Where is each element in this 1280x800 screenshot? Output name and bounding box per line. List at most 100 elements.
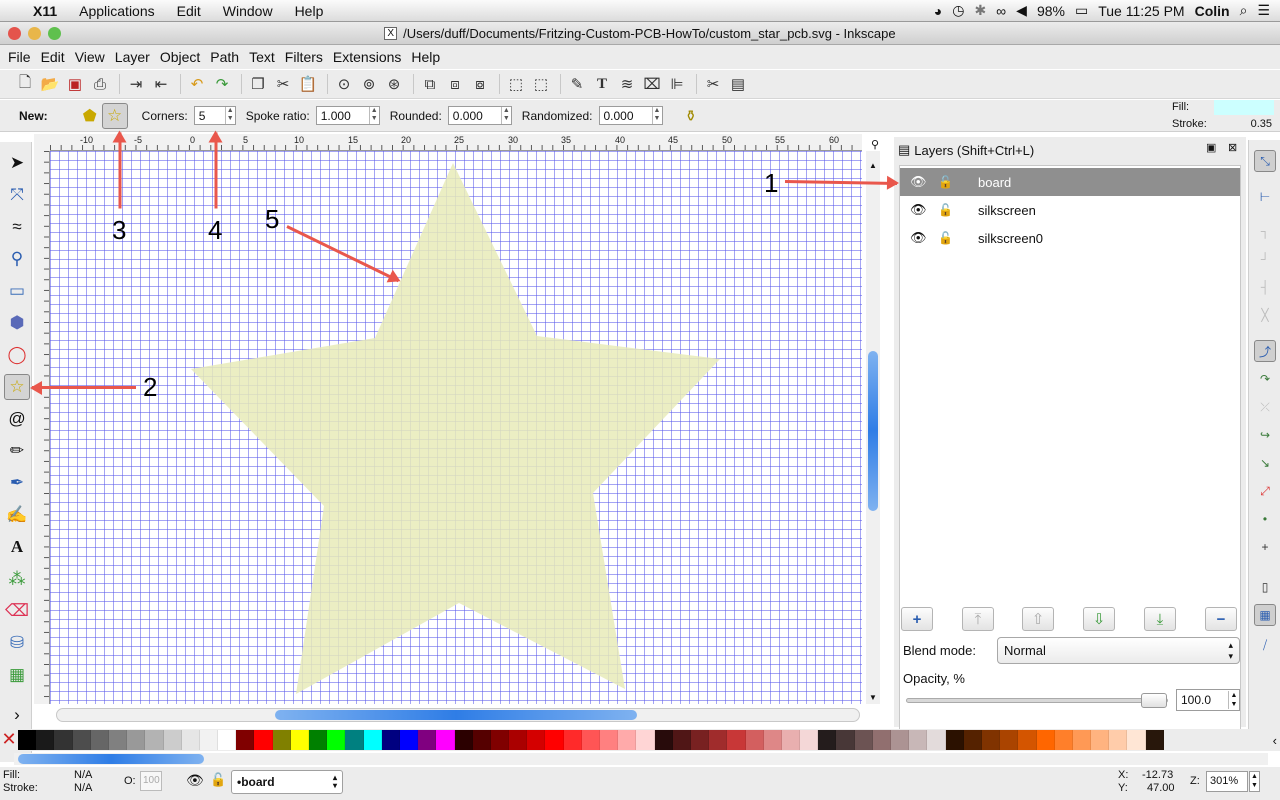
palette-swatch[interactable] <box>636 730 655 750</box>
spin-arrows-icon[interactable]: ▲ ▼ <box>224 107 235 124</box>
palette-swatch[interactable] <box>145 730 164 750</box>
calligraphy-tool-icon[interactable]: ✍ <box>4 502 30 528</box>
node-tool-icon[interactable]: ⤧ <box>4 182 30 208</box>
export-icon[interactable]: ⇤ <box>150 73 172 95</box>
close-dialog-icon[interactable]: ⊠ <box>1228 141 1237 154</box>
raise-to-top-button[interactable]: ⤒ <box>962 607 994 631</box>
paste-icon[interactable]: 📋 <box>297 73 319 95</box>
fill-swatch[interactable] <box>1214 100 1274 115</box>
star-shape[interactable] <box>191 163 720 694</box>
palette-swatch[interactable] <box>1054 730 1073 750</box>
palette-swatch[interactable] <box>727 730 746 750</box>
menu-edit[interactable]: Edit <box>36 49 70 65</box>
palette-swatch[interactable] <box>309 730 328 750</box>
3d-box-tool-icon[interactable]: ⬢ <box>4 310 30 336</box>
style-indicator[interactable]: Fill: Stroke: 0.35 <box>1170 100 1280 132</box>
spotlight-icon[interactable]: ⌕ <box>1240 2 1248 19</box>
layer-row-silkscreen0[interactable]: 👁 🔓 silkscreen0 <box>900 224 1240 252</box>
palette-swatch[interactable] <box>436 730 455 750</box>
layer-row-board[interactable]: 👁 🔓 board <box>900 168 1240 196</box>
list-icon[interactable]: ☰ <box>1257 2 1270 19</box>
spiral-tool-icon[interactable]: @ <box>4 406 30 432</box>
palette-swatch[interactable] <box>872 730 891 750</box>
snap-rotation-center-icon[interactable]: + <box>1254 536 1276 558</box>
palette-swatch[interactable] <box>672 730 691 750</box>
palette-swatch[interactable] <box>854 730 873 750</box>
zoom-window-icon[interactable] <box>48 27 61 40</box>
tweak-tool-icon[interactable]: ≈ <box>4 214 30 240</box>
menu-help[interactable]: Help <box>406 49 445 65</box>
palette-swatch[interactable] <box>745 730 764 750</box>
snap-bbox-corner-icon[interactable]: ┘ <box>1254 248 1276 270</box>
palette-scroll-thumb[interactable] <box>18 754 204 764</box>
redo-icon[interactable]: ↷ <box>211 73 233 95</box>
lock-icon[interactable]: 🔓 <box>938 231 953 245</box>
rectangle-tool-icon[interactable]: ▭ <box>4 278 30 304</box>
palette-swatch[interactable] <box>18 730 37 750</box>
globe-icon[interactable]: ◕ <box>934 3 942 19</box>
star-tool-icon[interactable]: ☆ <box>4 374 30 400</box>
text-tool-icon[interactable]: A <box>4 534 30 560</box>
palette-swatch[interactable] <box>909 730 928 750</box>
palette-swatch[interactable] <box>472 730 491 750</box>
reset-defaults-icon[interactable]: ⚱ <box>685 107 698 125</box>
duplicate-icon[interactable]: ⧉ <box>419 73 441 95</box>
preferences-icon[interactable]: ✂ <box>702 73 724 95</box>
star-mode-button[interactable]: ☆ <box>101 102 128 129</box>
import-icon[interactable]: ⇥ <box>125 73 147 95</box>
palette-swatch[interactable] <box>181 730 200 750</box>
palette-swatch[interactable] <box>654 730 673 750</box>
no-paint-swatch-icon[interactable]: ✕ <box>0 730 18 750</box>
enable-snapping-icon[interactable]: ⤡ <box>1254 150 1276 172</box>
zoom-drawing-icon[interactable]: ⊚ <box>358 73 380 95</box>
fill-stroke-icon[interactable]: ✎ <box>566 73 588 95</box>
spray-tool-icon[interactable]: ⁂ <box>4 566 30 592</box>
lower-to-bottom-button[interactable]: ⤓ <box>1144 607 1176 631</box>
ellipse-tool-icon[interactable]: ◯ <box>4 342 30 368</box>
clock[interactable]: Tue 11:25 PM <box>1098 3 1184 19</box>
visibility-eye-icon[interactable]: 👁 <box>910 174 927 190</box>
mac-menu-edit[interactable]: Edit <box>166 3 212 19</box>
vertical-scrollbar[interactable]: ▲ ▼ <box>866 151 880 704</box>
opacity-slider-thumb[interactable] <box>1141 693 1167 708</box>
palette-swatch[interactable] <box>800 730 819 750</box>
spoke-ratio-spinbox[interactable]: 1.000 ▲ ▼ <box>315 106 380 125</box>
copy-icon[interactable]: ❐ <box>247 73 269 95</box>
layers-icon[interactable]: ≋ <box>616 73 638 95</box>
palette-swatch[interactable] <box>781 730 801 750</box>
palette-swatch[interactable] <box>345 730 364 750</box>
palette-swatch[interactable] <box>1000 730 1019 750</box>
palette-swatch[interactable] <box>381 730 400 750</box>
palette-swatch[interactable] <box>163 730 182 750</box>
palette-swatch[interactable] <box>218 730 237 750</box>
drawing-canvas[interactable] <box>50 151 862 704</box>
mac-menu-window[interactable]: Window <box>212 3 284 19</box>
palette-swatch[interactable] <box>836 730 855 750</box>
raise-layer-button[interactable]: ⇧ <box>1022 607 1054 631</box>
user-name[interactable]: Colin <box>1195 3 1230 19</box>
unlink-clone-icon[interactable]: ⧇ <box>469 73 491 95</box>
menu-layer[interactable]: Layer <box>110 49 155 65</box>
selector-tool-icon[interactable]: ➤ <box>4 150 30 176</box>
xml-editor-icon[interactable]: ⌧ <box>641 73 663 95</box>
randomized-spinbox[interactable]: 0.000 ▲ ▼ <box>598 106 663 125</box>
battery-percent[interactable]: 98% <box>1037 3 1065 19</box>
open-icon[interactable]: 📂 <box>39 73 61 95</box>
palette-swatch[interactable] <box>891 730 910 750</box>
spin-arrows-icon[interactable]: ▲ ▼ <box>1249 771 1260 792</box>
snap-smooth-nodes-icon[interactable]: ↘ <box>1254 452 1276 474</box>
palette-swatch[interactable] <box>290 730 309 750</box>
save-icon[interactable]: ▣ <box>64 73 86 95</box>
snap-to-paths-icon[interactable]: ↷ <box>1254 368 1276 390</box>
opacity-slider[interactable] <box>906 693 1168 708</box>
close-icon[interactable] <box>8 27 21 40</box>
new-document-icon[interactable]: 🗋 <box>14 73 36 95</box>
menu-path[interactable]: Path <box>205 49 244 65</box>
pen-tool-icon[interactable]: ✒ <box>4 470 30 496</box>
palette-swatch[interactable] <box>509 730 528 750</box>
scroll-up-icon[interactable]: ▲ <box>869 161 877 170</box>
palette-swatch[interactable] <box>1072 730 1092 750</box>
opacity-spinbox[interactable]: 100.0 ▲ ▼ <box>1176 689 1240 711</box>
app-menu-x11[interactable]: X11 <box>22 3 68 19</box>
spin-arrows-icon[interactable]: ▲ ▼ <box>368 107 379 124</box>
